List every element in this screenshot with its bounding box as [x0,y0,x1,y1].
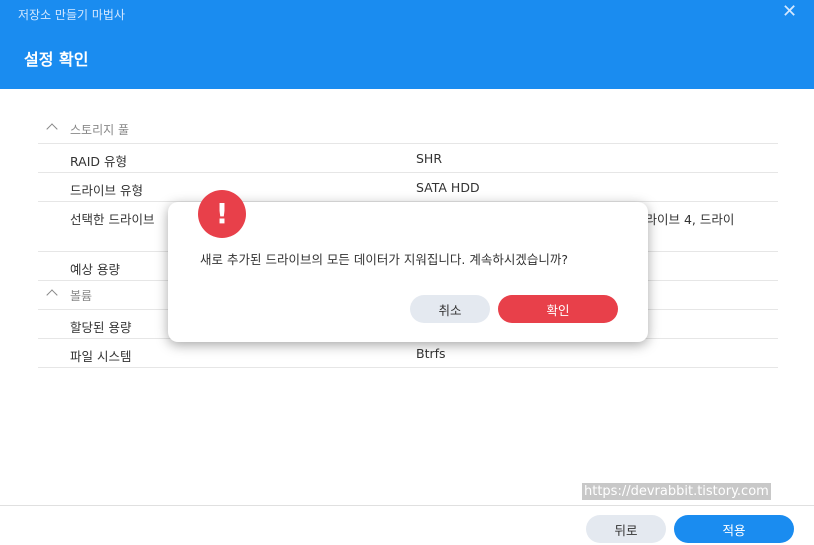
row-key: 예상 용량 [70,262,120,277]
close-icon[interactable]: ✕ [782,3,798,21]
row-value: SATA HDD [416,180,480,195]
footer-divider [0,505,814,506]
dialog-message: 새로 추가된 드라이브의 모든 데이터가 지워집니다. 계속하시겠습니까? [200,252,568,267]
section-label: 스토리지 풀 [70,123,130,137]
row-key: 파일 시스템 [70,349,132,364]
chevron-up-icon[interactable] [46,289,58,301]
confirm-button[interactable]: 확인 [498,295,618,323]
section-label: 볼륨 [70,289,93,303]
row-key: 선택한 드라이브 [70,212,155,227]
apply-button[interactable]: 적용 [674,515,794,543]
back-button[interactable]: 뒤로 [586,515,666,543]
chevron-up-icon[interactable] [46,123,58,135]
summary-row-drive-type: 드라이브 유형 SATA HDD [38,173,778,202]
row-value: Btrfs [416,346,446,361]
step-title: 설정 확인 [24,50,89,69]
alert-icon: ! [198,190,246,238]
watermark-url: https://devrabbit.tistory.com [582,483,771,500]
row-key: 드라이브 유형 [70,183,143,198]
row-key: RAID 유형 [70,154,128,169]
window-title: 저장소 만들기 마법사 [18,8,125,22]
section-storage-pool[interactable]: 스토리지 풀 [38,115,778,144]
summary-row-raid: RAID 유형 SHR [38,144,778,173]
row-key: 할당된 용량 [70,320,132,335]
row-value: SHR [416,151,443,166]
row-value: 드라이브 4, 드라이 [634,212,735,227]
summary-row-filesystem: 파일 시스템 Btrfs [38,339,778,368]
cancel-button[interactable]: 취소 [410,295,490,323]
wizard-header: 저장소 만들기 마법사 ✕ 설정 확인 [0,0,814,89]
